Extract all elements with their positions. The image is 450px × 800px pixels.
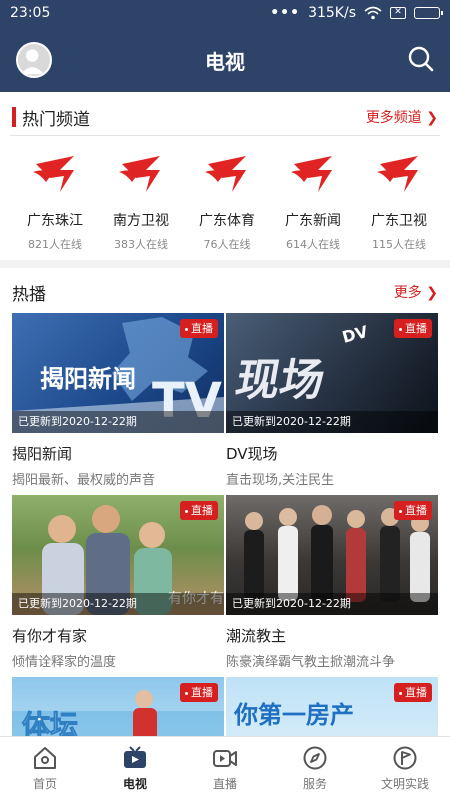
channel-item[interactable]: 南方卫视 383人在线 [101,150,181,254]
channel-item[interactable]: 广东珠江 821人在线 [15,150,95,254]
signal-dots: ••• [270,5,301,21]
program-thumbnail: DV 现场 直播 已更新到2020-12-22期 [226,313,438,433]
status-right: ••• 315K/s ✕ [270,5,443,21]
hot-channels-section: 热门频道 更多频道 ❯ 广东珠江 821人在线 南方卫视 383人在线 广东体育… [0,92,450,260]
channel-online-count: 115人在线 [372,238,426,251]
gdtv-logo-icon [205,156,246,192]
program-title: 有你才有家 [12,627,88,645]
program-card[interactable]: 你第一房产 直播 [226,677,438,736]
program-card[interactable]: 直播 已更新到2020-12-22期 潮流教主 陈豪演绎霸气教主掀潮流斗争 [226,495,438,670]
update-label: 已更新到2020-12-22期 [226,411,438,433]
update-label: 已更新到2020-12-22期 [226,593,438,615]
channel-name: 广东体育 [199,213,255,229]
channel-item[interactable]: 广东体育 76人在线 [187,150,267,254]
gdtv-logo-icon [33,156,74,192]
program-thumbnail: 揭阳新闻 TV 直播 已更新到2020-12-22期 [12,313,224,433]
channel-online-count: 821人在线 [28,238,82,251]
channel-list: 广东珠江 821人在线 南方卫视 383人在线 广东体育 76人在线 广东新闻 … [0,150,450,260]
divider [10,135,440,136]
compass-icon [303,746,327,770]
program-thumbnail: 你第一房产 直播 [226,677,438,736]
tab-service[interactable]: 服务 [270,737,360,800]
program-subtitle: 揭阳最新、最权威的声音 [12,473,156,488]
live-badge: 直播 [394,319,432,338]
hot-broadcast-section: 热播 更多 ❯ 揭阳新闻 TV 直播 已更新到2020-12-22期 揭阳新闻 … [0,268,450,736]
tab-label: 服务 [302,777,327,791]
program-card[interactable]: 有你才有家 直播 已更新到2020-12-22期 有你才有家 倾情诠释家的温度 [12,495,224,670]
live-badge: 直播 [180,683,218,702]
gdtv-logo-icon [377,156,418,192]
search-icon[interactable] [406,44,436,74]
tab-label: 文明实践 [380,777,429,791]
net-speed: 315K/s [308,5,356,21]
gdtv-logo-icon [119,156,160,192]
no-sim-icon: ✕ [390,7,406,19]
page-title: 电视 [205,50,245,74]
live-badge: 直播 [180,319,218,338]
status-bar: 23:05 ••• 315K/s ✕ [0,0,450,28]
hot-channels-title: 热门频道 [22,110,90,130]
home-icon [34,747,56,769]
battery-icon [414,7,443,19]
update-label: 已更新到2020-12-22期 [12,411,224,433]
flag-circle-icon [393,746,417,770]
status-time: 23:05 [10,5,51,21]
more-broadcast-link[interactable]: 更多 ❯ [394,282,438,302]
tab-home[interactable]: 首页 [0,737,90,800]
svg-text:揭阳新闻: 揭阳新闻 [40,365,136,393]
program-card[interactable]: 体坛 直播 [12,677,224,736]
program-thumbnail: 直播 已更新到2020-12-22期 [226,495,438,615]
svg-text:你第一房产: 你第一房产 [233,701,354,729]
program-title: 潮流教主 [226,627,287,645]
tab-label: 首页 [32,777,57,791]
program-thumbnail: 体坛 直播 [12,677,224,736]
tab-live[interactable]: 直播 [180,737,270,800]
video-icon [213,750,237,767]
program-title: DV现场 [226,445,278,463]
channel-name: 广东新闻 [285,213,341,229]
more-channels-link[interactable]: 更多频道 ❯ [366,107,438,127]
channel-item[interactable]: 广东新闻 614人在线 [273,150,353,254]
program-thumbnail: 有你才有家 直播 已更新到2020-12-22期 [12,495,224,615]
channel-name: 广东珠江 [27,213,83,229]
channel-online-count: 383人在线 [114,238,168,251]
live-badge: 直播 [394,501,432,520]
tab-civilization-practice[interactable]: 文明实践 [360,737,450,800]
program-subtitle: 倾情诠释家的温度 [12,655,117,670]
svg-text:体坛: 体坛 [22,709,78,736]
channel-online-count: 76人在线 [203,238,251,251]
live-badge: 直播 [180,501,218,520]
tab-tv[interactable]: 电视 [90,737,180,800]
tab-label: 电视 [122,777,147,791]
hot-broadcast-title: 热播 [12,285,46,305]
hot-channels-header: 热门频道 更多频道 ❯ [0,102,450,132]
app-screen: 23:05 ••• 315K/s ✕ 电视 热门频道 更多频道 ❯ 广东珠江 8… [0,0,450,800]
tv-icon [124,746,146,768]
live-badge: 直播 [394,683,432,702]
channel-item[interactable]: 广东卫视 115人在线 [359,150,439,254]
svg-text:现场: 现场 [232,355,329,406]
channel-online-count: 614人在线 [286,238,340,251]
program-subtitle: 陈豪演绎霸气教主掀潮流斗争 [226,655,396,670]
program-card[interactable]: DV 现场 直播 已更新到2020-12-22期 DV现场 直击现场,关注民生 [226,313,438,488]
tab-label: 直播 [212,777,237,791]
program-card[interactable]: 揭阳新闻 TV 直播 已更新到2020-12-22期 揭阳新闻 揭阳最新、最权威… [12,313,224,488]
app-header: 电视 [0,28,450,92]
channel-name: 南方卫视 [113,213,169,229]
program-subtitle: 直击现场,关注民生 [226,473,335,488]
update-label: 已更新到2020-12-22期 [12,593,224,615]
bottom-tab-bar: 首页 电视 直播 服务 文明实践 [0,736,450,800]
gdtv-logo-icon [291,156,332,192]
section-marker [12,107,16,127]
program-title: 揭阳新闻 [12,445,73,463]
wifi-icon [364,6,382,20]
channel-name: 广东卫视 [371,213,427,229]
